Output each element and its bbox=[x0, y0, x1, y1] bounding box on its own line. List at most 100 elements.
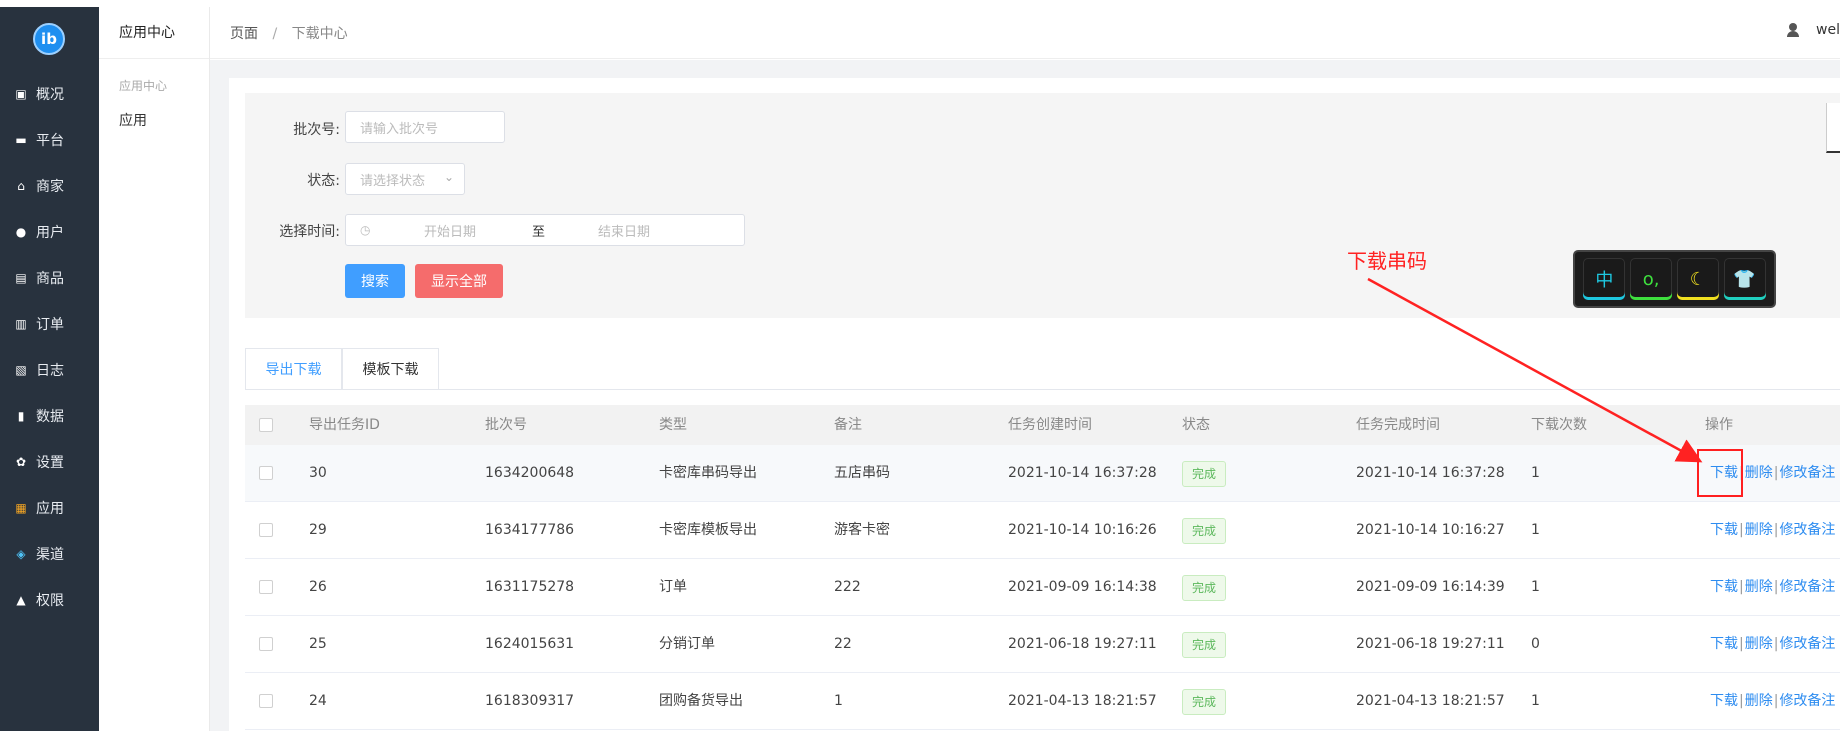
app-logo[interactable]: ib bbox=[33, 23, 65, 55]
sub-navigation: 应用中心 应用中心 应用 bbox=[99, 7, 210, 731]
sidebar-item-monitor[interactable]: ▬ 平台 bbox=[0, 117, 99, 163]
user-name: welia bbox=[1816, 22, 1840, 38]
user-avatar-icon bbox=[1786, 23, 1800, 37]
ime-punctuation-key[interactable]: o, bbox=[1630, 258, 1673, 300]
cell-created: 2021-10-14 10:16:26 bbox=[1008, 522, 1157, 538]
monitor-icon: ▬ bbox=[15, 133, 27, 147]
cell-task-id: 25 bbox=[309, 636, 327, 652]
download-link[interactable]: 下载 bbox=[1710, 522, 1738, 538]
status-label: 状态: bbox=[307, 173, 340, 189]
cell-note: 222 bbox=[834, 579, 861, 595]
edit-note-link[interactable]: 修改备注 bbox=[1779, 693, 1835, 709]
table-row[interactable]: 30 1634200648 卡密库串码导出 五店串码 2021-10-14 16:37:… bbox=[245, 445, 1840, 502]
edit-note-link[interactable]: 修改备注 bbox=[1779, 636, 1835, 652]
sidebar-item-store[interactable]: ⌂ 商家 bbox=[0, 163, 99, 209]
col-task-id: 导出任务ID bbox=[309, 417, 380, 433]
sidebar-item-bar-chart[interactable]: ▮ 数据 bbox=[0, 393, 99, 439]
breadcrumb-separator: / bbox=[272, 25, 278, 42]
cell-finished: 2021-10-14 10:16:27 bbox=[1356, 522, 1505, 538]
cell-finished: 2021-09-09 16:14:39 bbox=[1356, 579, 1505, 595]
delete-link[interactable]: 删除 bbox=[1745, 579, 1773, 595]
start-date-input[interactable]: 开始日期 bbox=[424, 221, 476, 240]
user-menu[interactable]: welia bbox=[1786, 22, 1840, 38]
cell-type: 卡密库串码导出 bbox=[659, 465, 757, 481]
cell-note: 22 bbox=[834, 636, 852, 652]
sidebar-item-order[interactable]: ▥ 订单 bbox=[0, 301, 99, 347]
tab-export-download[interactable]: 导出下载 bbox=[245, 348, 342, 390]
row-checkbox[interactable] bbox=[259, 523, 273, 537]
action-separator: | bbox=[1773, 636, 1779, 652]
sidebar-item-label: 概况 bbox=[36, 87, 64, 103]
sidebar-item-goods[interactable]: ▤ 商品 bbox=[0, 255, 99, 301]
show-all-button[interactable]: 显示全部 bbox=[415, 264, 503, 298]
overview-icon: ▣ bbox=[15, 87, 27, 101]
table-row[interactable]: 26 1631175278 订单 222 2021-09-09 16:14:38 2021… bbox=[245, 559, 1840, 616]
end-date-input[interactable]: 结束日期 bbox=[598, 221, 650, 240]
delete-link[interactable]: 删除 bbox=[1745, 636, 1773, 652]
right-edge-panel bbox=[1826, 103, 1840, 153]
table-row[interactable]: 29 1634177786 卡密库模板导出 游客卡密 2021-10-14 10:16:… bbox=[245, 502, 1840, 559]
table-row[interactable]: 25 1624015631 分销订单 22 2021-06-18 19:27:11 202… bbox=[245, 616, 1840, 673]
action-separator: | bbox=[1773, 579, 1779, 595]
ime-chinese-mode-key[interactable]: 中 bbox=[1583, 258, 1626, 300]
cell-batch: 1634177786 bbox=[485, 522, 575, 538]
download-link[interactable]: 下载 bbox=[1710, 636, 1738, 652]
download-link[interactable]: 下载 bbox=[1710, 579, 1738, 595]
select-all-checkbox[interactable] bbox=[259, 418, 273, 432]
cell-finished: 2021-04-13 18:21:57 bbox=[1356, 693, 1505, 709]
cell-note: 游客卡密 bbox=[834, 522, 890, 538]
table-row[interactable]: 24 1618309317 团购备货导出 1 2021-04-13 18:21:57 20… bbox=[245, 673, 1840, 730]
row-actions: 下载|删除|修改备注 bbox=[1710, 559, 1835, 616]
row-checkbox[interactable] bbox=[259, 694, 273, 708]
sidebar-item-label: 商家 bbox=[36, 179, 64, 195]
sidebar-item-cube[interactable]: ◈ 渠道 bbox=[0, 531, 99, 577]
sidebar-item-label: 订单 bbox=[36, 317, 64, 333]
table-header: 导出任务ID 批次号 类型 备注 任务创建时间 状态 任务完成时间 下载次数 操… bbox=[245, 405, 1840, 445]
sidebar-item-label: 应用 bbox=[36, 501, 64, 517]
delete-link[interactable]: 删除 bbox=[1745, 465, 1773, 481]
lock-icon: ▲ bbox=[16, 593, 26, 607]
download-link[interactable]: 下载 bbox=[1710, 693, 1738, 709]
goods-icon: ▤ bbox=[15, 271, 27, 285]
date-range-picker[interactable]: ◷ 开始日期 至 结束日期 bbox=[345, 214, 745, 246]
sidebar-item-log[interactable]: ▧ 日志 bbox=[0, 347, 99, 393]
sidebar-item-label: 用户 bbox=[36, 225, 64, 241]
row-checkbox[interactable] bbox=[259, 466, 273, 480]
delete-link[interactable]: 删除 bbox=[1745, 693, 1773, 709]
ime-moon-key[interactable]: ☾ bbox=[1676, 258, 1719, 300]
ime-skin-key[interactable]: 👕 bbox=[1723, 258, 1766, 300]
sidebar: ib ▣ 概况 ▬ 平台 ⌂ 商家 ● 用户 ▤ 商品 ▥ 订单 ▧ 日志 ▮ 数据 ✿ 设置 ▦ 应用 ◈ 渠道 ▲ 权限 bbox=[0, 7, 99, 731]
sidebar-item-gear[interactable]: ✿ 设置 bbox=[0, 439, 99, 485]
subnav-item-apps[interactable]: 应用 bbox=[99, 110, 209, 130]
cube-icon: ◈ bbox=[16, 547, 26, 561]
sidebar-item-apps-grid[interactable]: ▦ 应用 bbox=[0, 485, 99, 531]
sidebar-item-user[interactable]: ● 用户 bbox=[0, 209, 99, 255]
search-button[interactable]: 搜索 bbox=[345, 264, 405, 298]
breadcrumb-root[interactable]: 页面 bbox=[230, 26, 258, 42]
sidebar-item-label: 设置 bbox=[36, 455, 64, 471]
cell-download-count: 1 bbox=[1531, 693, 1540, 709]
cell-task-id: 29 bbox=[309, 522, 327, 538]
sidebar-item-overview[interactable]: ▣ 概况 bbox=[0, 71, 99, 117]
batch-input[interactable]: 请输入批次号 bbox=[345, 111, 505, 143]
row-checkbox[interactable] bbox=[259, 580, 273, 594]
status-select[interactable]: 请选择状态 ⌄ bbox=[345, 163, 465, 195]
log-icon: ▧ bbox=[15, 363, 27, 377]
cell-batch: 1618309317 bbox=[485, 693, 575, 709]
edit-note-link[interactable]: 修改备注 bbox=[1779, 579, 1835, 595]
sidebar-item-lock[interactable]: ▲ 权限 bbox=[0, 577, 99, 623]
delete-link[interactable]: 删除 bbox=[1745, 522, 1773, 538]
tab-template-download[interactable]: 模板下载 bbox=[342, 348, 439, 390]
cell-created: 2021-06-18 19:27:11 bbox=[1008, 636, 1157, 652]
sidebar-item-label: 数据 bbox=[36, 409, 64, 425]
breadcrumb: 页面 / 下载中心 bbox=[230, 23, 348, 43]
action-separator: | bbox=[1773, 693, 1779, 709]
col-download-count: 下载次数 bbox=[1531, 417, 1587, 433]
edit-note-link[interactable]: 修改备注 bbox=[1779, 522, 1835, 538]
row-checkbox[interactable] bbox=[259, 637, 273, 651]
action-separator: | bbox=[1739, 579, 1744, 595]
clock-icon: ◷ bbox=[360, 223, 371, 237]
edit-note-link[interactable]: 修改备注 bbox=[1779, 465, 1835, 481]
bar-chart-icon: ▮ bbox=[17, 409, 25, 423]
ime-toolbar[interactable]: 中 o, ☾ 👕 bbox=[1573, 250, 1776, 308]
